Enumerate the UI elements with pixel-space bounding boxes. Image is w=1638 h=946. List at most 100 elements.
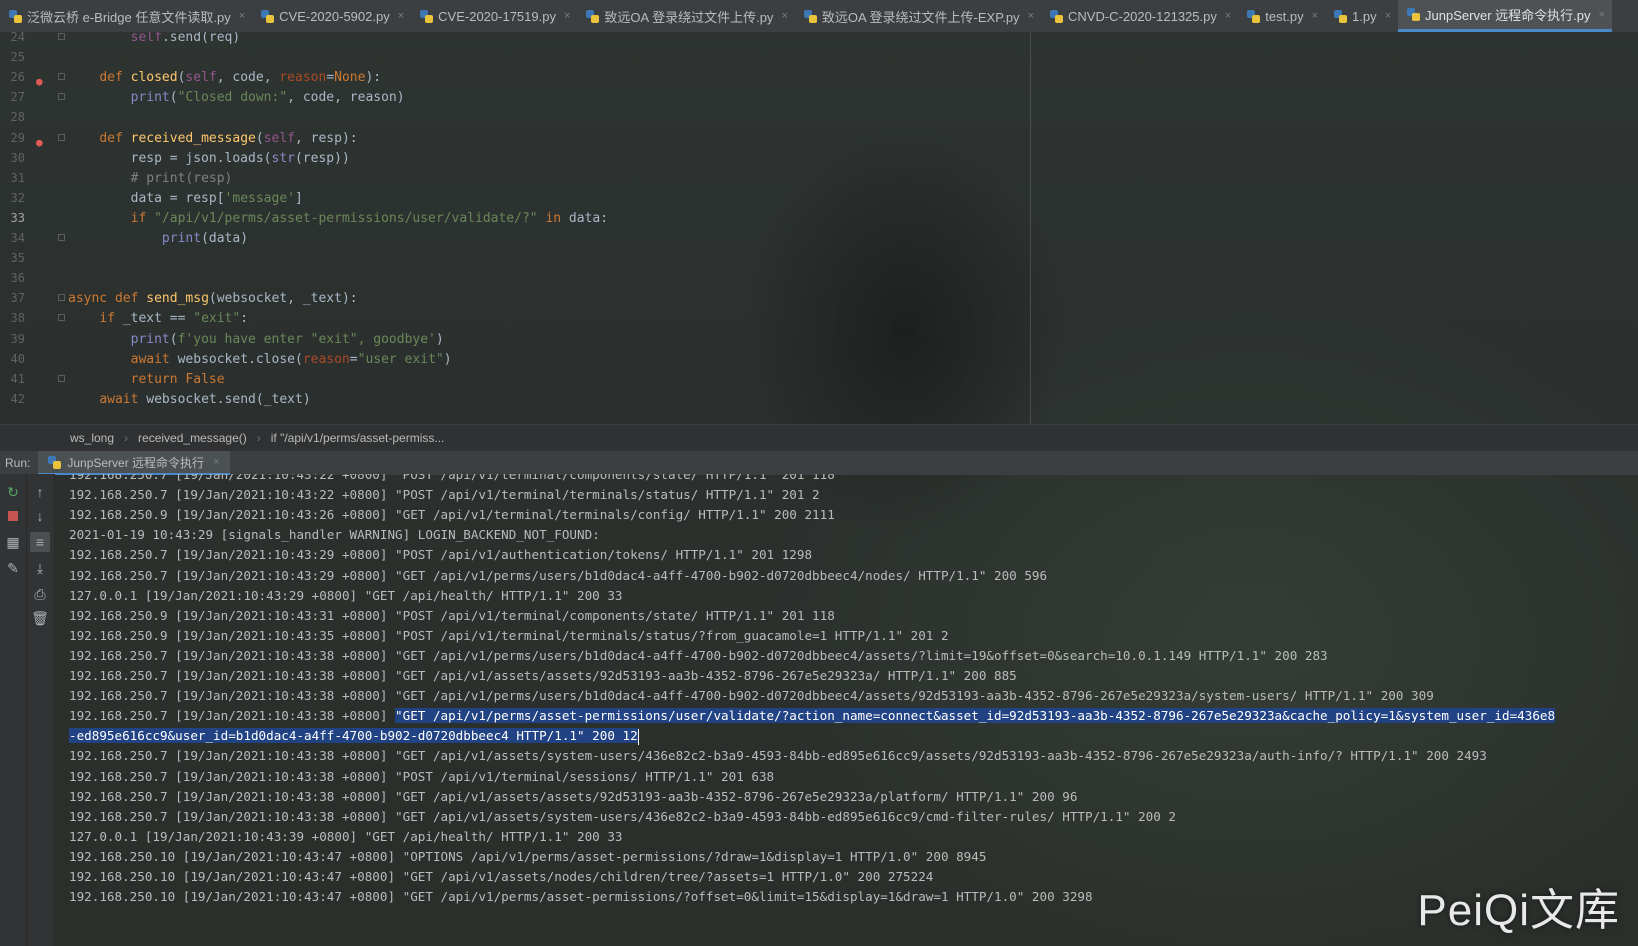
close-icon[interactable]: × — [1312, 10, 1318, 22]
console-line: 192.168.250.9 [19/Jan/2021:10:43:31 +080… — [69, 607, 835, 623]
run-console-output[interactable]: 192.168.250.7 [19/Jan/2021:10:43:22 +080… — [55, 474, 1638, 946]
code-line[interactable]: 39 print(f'you have enter "exit", goodby… — [0, 329, 1638, 350]
console-line-prefix: 192.168.250.7 [19/Jan/2021:10:43:38 +080… — [69, 708, 396, 724]
scroll-to-end-icon[interactable]: ⤓ — [30, 558, 50, 578]
soft-wrap-icon[interactable]: ≡ — [30, 532, 50, 552]
line-number: 26 — [10, 70, 25, 85]
editor-tab[interactable]: CNVD-C-2020-121325.py × — [1041, 0, 1238, 32]
code-text: async def send_msg(websocket, _text): — [68, 291, 358, 307]
editor-tab-label: 泛微云桥 e-Bridge 任意文件读取.py — [27, 9, 231, 25]
editor-tab-label: 致远OA 登录绕过文件上传.py — [604, 9, 774, 25]
console-line-selected-wrap: -ed895e616cc9&user_id=b1d0dac4-a4ff-4700… — [69, 725, 639, 746]
code-line[interactable]: 32 data = resp['message'] — [0, 188, 1638, 209]
fold-marker-icon[interactable] — [58, 234, 65, 241]
python-file-icon — [1407, 8, 1421, 21]
close-icon[interactable]: × — [1028, 10, 1034, 22]
code-line[interactable]: 40 await websocket.close(reason="user ex… — [0, 349, 1638, 370]
code-line[interactable]: 30 resp = json.loads(str(resp)) — [0, 148, 1638, 169]
close-icon[interactable]: × — [398, 10, 404, 22]
trash-icon[interactable]: 🗑 — [30, 608, 50, 628]
code-text: # print(resp) — [130, 170, 233, 186]
run-label: Run: — [5, 456, 31, 470]
console-line: 192.168.250.7 [19/Jan/2021:10:43:38 +080… — [69, 768, 775, 784]
console-line: 192.168.250.10 [19/Jan/2021:10:43:47 +08… — [69, 848, 987, 864]
rerun-icon[interactable]: ↻ — [3, 482, 23, 502]
line-number: 37 — [10, 291, 25, 306]
code-text: if _text == "exit": — [99, 311, 249, 327]
code-line[interactable]: 38 if _text == "exit": — [0, 308, 1638, 329]
code-line[interactable]: 28 — [0, 107, 1638, 128]
code-line[interactable]: 36 — [0, 268, 1638, 289]
editor-tab[interactable]: JunpServer 远程命令执行.py × — [1398, 0, 1612, 32]
code-text: print(data) — [161, 231, 249, 246]
editor-tab-label: 1.py — [1352, 8, 1377, 24]
fold-marker-icon[interactable] — [58, 133, 65, 141]
scroll-up-icon[interactable]: ↑ — [30, 482, 50, 502]
code-line[interactable]: 29 ● def received_message(self, resp): — [0, 128, 1638, 149]
close-icon[interactable]: × — [1225, 10, 1231, 22]
close-icon[interactable]: × — [1385, 10, 1391, 22]
code-text: await websocket.close(reason="user exit"… — [130, 351, 452, 367]
code-line[interactable]: 37 async def send_msg(websocket, _text): — [0, 288, 1638, 309]
code-text: self.send(req) — [130, 32, 241, 45]
code-line[interactable]: 41 return False — [0, 369, 1638, 390]
code-line[interactable]: 35 — [0, 248, 1638, 269]
line-number: 31 — [10, 170, 25, 185]
line-number: 41 — [10, 371, 25, 386]
line-number: 35 — [10, 251, 25, 266]
fold-marker-icon[interactable] — [58, 33, 65, 40]
editor-tab-bar: 泛微云桥 e-Bridge 任意文件读取.py × CVE-2020-5902.py… — [0, 0, 1638, 33]
editor-tab[interactable]: 致远OA 登录绕过文件上传.py × — [577, 0, 794, 32]
fold-marker-icon[interactable] — [58, 73, 65, 81]
layout-icon[interactable]: ▦ — [3, 532, 23, 552]
close-icon[interactable]: × — [564, 10, 570, 22]
line-number: 33 — [10, 210, 25, 225]
editor-tab[interactable]: CVE-2020-5902.py × — [252, 0, 411, 32]
breadcrumb-separator: › — [124, 430, 129, 445]
breadcrumb-item[interactable]: if "/api/v1/perms/asset-permiss... — [271, 431, 445, 445]
python-file-icon — [803, 9, 817, 23]
run-toolbar-primary: ↻ ▦ ✎ — [0, 474, 27, 946]
python-file-icon — [420, 9, 434, 23]
console-selection: -ed895e616cc9&user_id=b1d0dac4-a4ff-4700… — [69, 728, 638, 744]
scroll-down-icon[interactable]: ↓ — [30, 506, 50, 526]
console-line: 192.168.250.7 [19/Jan/2021:10:43:29 +080… — [69, 567, 1048, 583]
code-line[interactable]: 31 # print(resp) — [0, 168, 1638, 189]
code-line[interactable]: 33 if "/api/v1/perms/asset-permissions/u… — [0, 208, 1638, 229]
close-icon[interactable]: × — [1598, 9, 1604, 21]
close-icon[interactable]: × — [239, 10, 245, 22]
run-tab-label: JunpServer 远程命令执行 — [67, 455, 205, 470]
console-line: 192.168.250.7 [19/Jan/2021:10:43:38 +080… — [69, 647, 1328, 663]
code-text: data = resp['message'] — [68, 190, 303, 206]
fold-marker-icon[interactable] — [58, 294, 65, 302]
console-line: 192.168.250.7 [19/Jan/2021:10:43:38 +080… — [69, 788, 1078, 804]
code-line[interactable]: 27 print("Closed down:", code, reason) — [0, 87, 1638, 108]
code-line[interactable]: 42 await websocket.send(_text) — [0, 389, 1638, 410]
pin-icon[interactable]: ✎ — [3, 558, 23, 578]
fold-marker-icon[interactable] — [58, 374, 65, 382]
code-line[interactable]: 26 ● def closed(self, code, reason=None): — [0, 67, 1638, 88]
breadcrumb-item[interactable]: received_message() — [138, 431, 247, 445]
fold-marker-icon[interactable] — [58, 314, 65, 322]
code-line[interactable]: 25 — [0, 47, 1638, 68]
editor-tab[interactable]: 致远OA 登录绕过文件上传-EXP.py × — [795, 0, 1041, 32]
fold-marker-icon[interactable] — [58, 93, 65, 101]
code-line[interactable]: 34 print(data) — [0, 228, 1638, 249]
python-file-icon — [261, 9, 275, 23]
breadcrumb-item[interactable]: ws_long — [70, 431, 114, 445]
editor-tab[interactable]: test.py × — [1238, 0, 1325, 32]
editor-tab[interactable]: 泛微云桥 e-Bridge 任意文件读取.py × — [0, 0, 252, 32]
code-line[interactable]: 24 self.send(req) — [0, 32, 1638, 48]
code-text: await websocket.send(_text) — [99, 391, 311, 407]
code-editor[interactable]: 24 self.send(req) 25 26 ● def closed(self, … — [0, 32, 1638, 424]
stop-icon[interactable] — [3, 506, 23, 526]
close-icon[interactable]: × — [781, 10, 787, 22]
close-icon[interactable]: × — [213, 456, 219, 468]
print-icon[interactable]: ⎙ — [30, 584, 50, 604]
editor-tab[interactable]: 1.py × — [1325, 0, 1398, 32]
console-line: 127.0.0.1 [19/Jan/2021:10:43:29 +0800] "… — [69, 587, 623, 603]
editor-tab[interactable]: CVE-2020-17519.py × — [411, 0, 577, 32]
run-tab[interactable]: JunpServer 远程命令执行 × — [38, 451, 230, 475]
line-number: 40 — [10, 351, 25, 366]
breadcrumb-separator: › — [256, 430, 261, 445]
